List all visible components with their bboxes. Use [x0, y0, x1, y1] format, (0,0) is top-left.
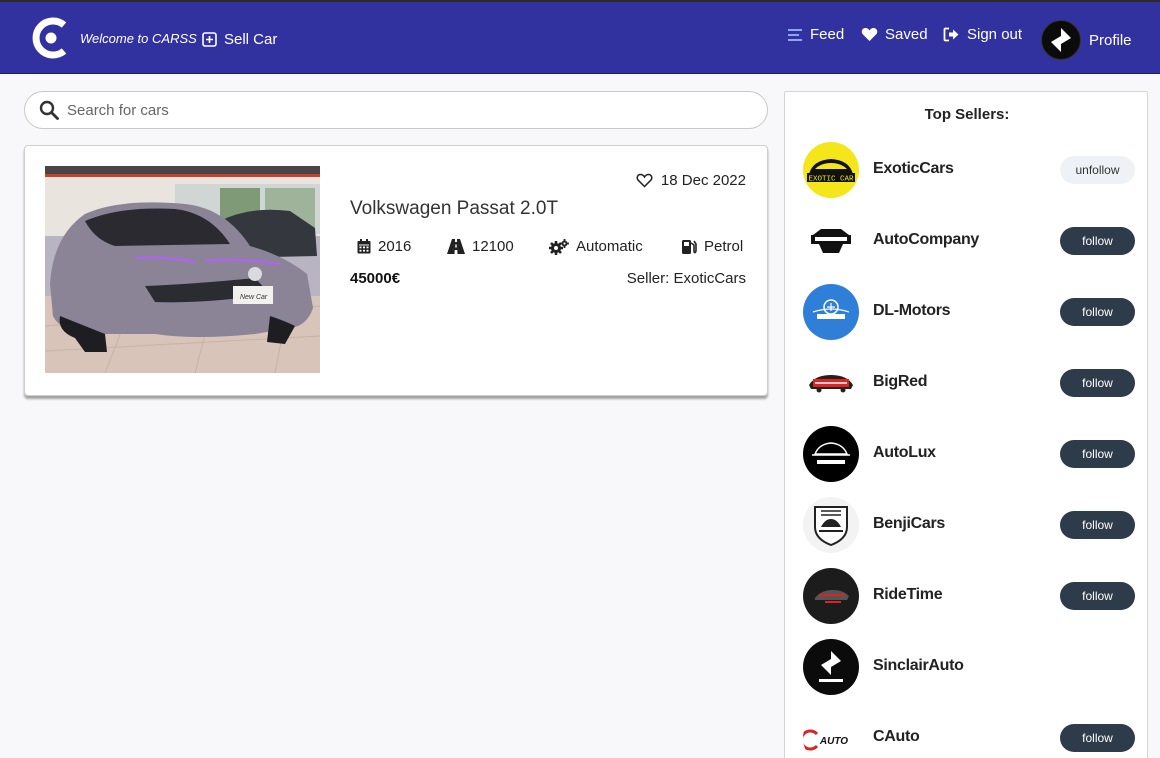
road-icon [447, 239, 465, 254]
seller-name[interactable]: CAuto [873, 728, 920, 746]
search-bar [24, 91, 768, 129]
svg-text:New Car: New Car [240, 294, 268, 301]
seller-row-autocompany: AutoCompany follow [785, 213, 1149, 269]
seller-row-autolux: AutoLux follow [785, 426, 1149, 482]
ridetime-logo-icon [815, 590, 849, 603]
listing-date-row: 18 Dec 2022 [636, 172, 746, 189]
follow-button[interactable]: follow [1060, 440, 1135, 468]
seller-row-dl-motors: DL-Motors follow [785, 284, 1149, 340]
sinclairauto-logo-icon [819, 651, 843, 682]
seller-name[interactable]: RideTime [873, 586, 943, 604]
exoticcars-logo-icon: EXOTIC CAR [807, 159, 855, 184]
benjicars-logo-icon [814, 506, 848, 547]
seller-row-bigred: BigRed follow [785, 355, 1149, 411]
listing-date: 18 Dec 2022 [660, 172, 746, 189]
svg-text:EXOTIC CAR: EXOTIC CAR [808, 176, 854, 184]
seller-avatar[interactable] [803, 568, 859, 624]
seller-name[interactable]: DL-Motors [873, 302, 951, 320]
spec-fuel-value: Petrol [704, 238, 744, 255]
search-input[interactable] [67, 101, 747, 119]
car-price: 45000€ [350, 270, 401, 287]
follow-button[interactable]: follow [1060, 582, 1135, 610]
seller-name[interactable]: BigRed [873, 373, 928, 391]
unfollow-button[interactable]: unfollow [1060, 156, 1135, 184]
feed-label: Feed [810, 26, 845, 43]
seller-avatar[interactable]: AUTO [803, 710, 859, 758]
seller-row-benjicars: BenjiCars follow [785, 497, 1149, 553]
heart-icon [861, 28, 878, 41]
top-sellers-panel: Top Sellers: EXOTIC CAR ExoticCars unfol… [784, 91, 1148, 758]
car-title[interactable]: Volkswagen Passat 2.0T [350, 198, 558, 220]
feed-link[interactable]: Feed [787, 26, 844, 43]
sell-car-label: Sell Car [224, 31, 278, 48]
sign-out-label: Sign out [967, 26, 1023, 43]
calendar-icon [357, 239, 371, 254]
cogs-icon [549, 238, 569, 255]
navbar: Welcome to CARSS Sell Car Feed Saved Sig… [0, 0, 1160, 74]
seller-row-exoticcars: EXOTIC CAR ExoticCars unfollow [785, 142, 1149, 198]
seller-name[interactable]: SinclairAuto [873, 657, 964, 675]
spec-transmission-value: Automatic [576, 238, 643, 255]
seller-avatar[interactable]: EXOTIC CAR [803, 142, 859, 198]
spec-year: 2016 [357, 238, 411, 255]
autolux-logo-icon [812, 442, 850, 464]
sinclair-logo-icon [1051, 28, 1071, 52]
follow-button[interactable]: follow [1060, 227, 1135, 255]
profile-avatar [1041, 20, 1081, 60]
spec-mileage: 12100 [447, 238, 514, 255]
profile-link[interactable]: Profile [1041, 20, 1132, 60]
welcome-text: Welcome to CARSS [80, 31, 197, 46]
carss-logo-icon[interactable] [31, 16, 71, 60]
saved-label: Saved [885, 26, 928, 43]
seller-avatar[interactable] [803, 497, 859, 553]
autocompany-logo-icon [811, 229, 851, 253]
follow-button[interactable]: follow [1060, 724, 1135, 752]
seller-avatar[interactable] [803, 213, 859, 269]
seller-avatar[interactable] [803, 426, 859, 482]
heart-outline-icon[interactable] [636, 173, 653, 188]
seller-name[interactable]: AutoCompany [873, 231, 979, 249]
follow-button[interactable]: follow [1060, 298, 1135, 326]
seller-avatar[interactable] [803, 355, 859, 411]
dl-motors-logo-icon [812, 299, 850, 319]
car-listing-card[interactable]: New Car 18 Dec 2022 Volkswagen Passat 2.… [24, 145, 768, 396]
spec-mileage-value: 12100 [472, 238, 514, 255]
saved-link[interactable]: Saved [861, 26, 928, 43]
sign-out-link[interactable]: Sign out [943, 26, 1022, 43]
spec-transmission: Automatic [549, 238, 643, 255]
car-seller[interactable]: Seller: ExoticCars [627, 270, 746, 287]
sign-out-icon [943, 27, 959, 42]
bigred-logo-icon [809, 375, 853, 393]
seller-row-ridetime: RideTime follow [785, 568, 1149, 624]
top-sellers-title: Top Sellers: [924, 106, 1010, 123]
seller-row-sinclairauto: SinclairAuto [785, 639, 1149, 695]
plus-square-icon [202, 32, 217, 47]
gas-pump-icon [682, 239, 697, 254]
seller-row-cauto: AUTO CAuto follow [785, 710, 1149, 758]
seller-name[interactable]: AutoLux [873, 444, 936, 462]
profile-label: Profile [1089, 31, 1132, 49]
seller-name[interactable]: ExoticCars [873, 160, 954, 178]
seller-avatar[interactable] [803, 284, 859, 340]
follow-button[interactable]: follow [1060, 369, 1135, 397]
seller-avatar[interactable] [803, 639, 859, 695]
spec-year-value: 2016 [378, 238, 412, 255]
cauto-logo-icon: AUTO [803, 729, 848, 751]
seller-name[interactable]: BenjiCars [873, 515, 945, 533]
spec-fuel: Petrol [681, 238, 743, 255]
sell-car-link[interactable]: Sell Car [202, 31, 277, 48]
list-icon [788, 28, 802, 41]
search-icon [39, 100, 59, 120]
car-photo: New Car [45, 166, 320, 373]
follow-button[interactable]: follow [1060, 511, 1135, 539]
svg-text:AUTO: AUTO [819, 736, 848, 747]
